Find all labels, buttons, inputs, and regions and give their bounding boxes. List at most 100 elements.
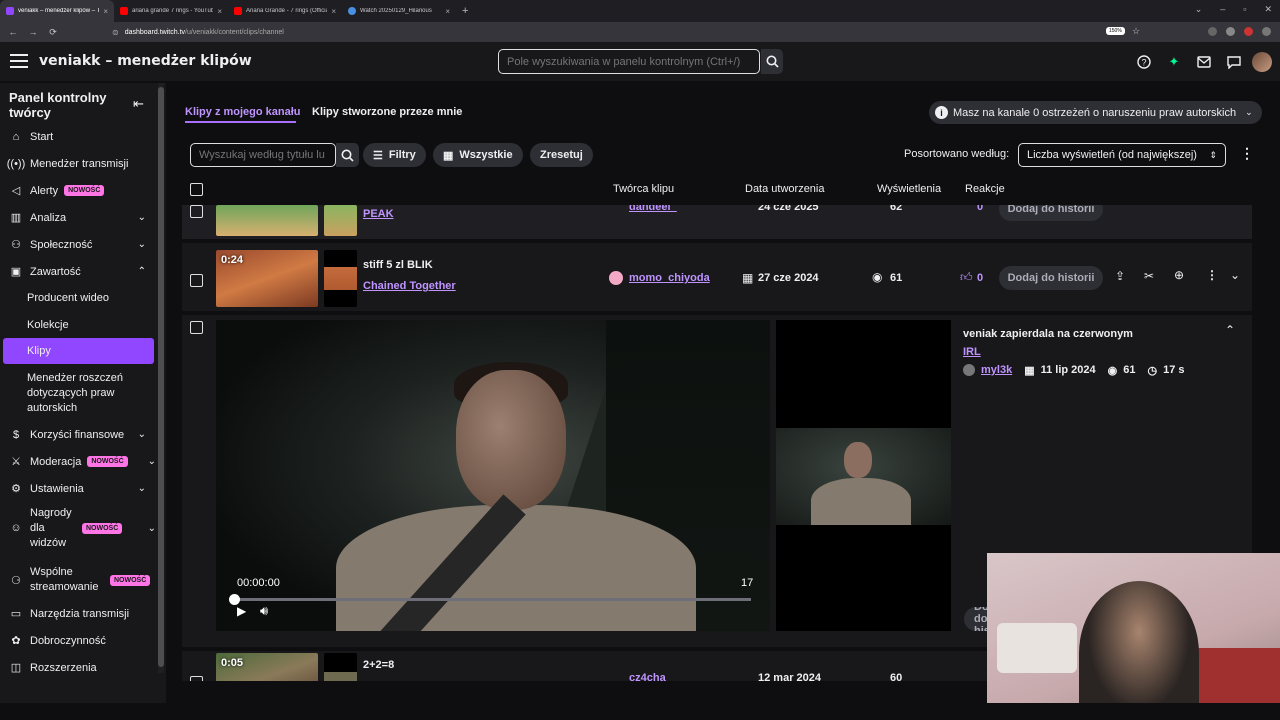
tab-search-icon[interactable]: ⌄ xyxy=(1195,4,1203,15)
sidebar-item-label: Wspólne streamowanie xyxy=(30,566,99,593)
clip-search-button[interactable] xyxy=(336,143,359,167)
close-tab-icon[interactable]: × xyxy=(103,7,108,16)
clip-search-input[interactable] xyxy=(190,143,336,167)
clip-game-link[interactable]: PEAK xyxy=(363,208,394,220)
url-field[interactable]: ⊜ dashboard.twitch.tv/u/veniakk/content/… xyxy=(112,25,1148,39)
close-tab-icon[interactable]: × xyxy=(331,7,336,16)
clip-length: 17 s xyxy=(1163,364,1185,376)
sidebar-subitem-rights-manager[interactable]: Menedżer roszczeń dotyczących praw autor… xyxy=(27,371,132,416)
sidebar-item-settings[interactable]: ⚙ Ustawienia ⌄ xyxy=(0,475,158,502)
add-to-history-button[interactable]: Dodaj do historii xyxy=(999,266,1103,290)
filters-button[interactable]: ☰ Filtry xyxy=(363,143,426,167)
table-row[interactable]: 0:24 stiff 5 zl BLIK Chained Together mo… xyxy=(182,243,1252,311)
extensions-icon: ◫ xyxy=(10,662,22,674)
clip-video-player[interactable]: 00:00:00 17 ▶ 🔊︎ xyxy=(216,320,770,631)
sidebar-subitem-video-producer[interactable]: Producent wideo xyxy=(27,291,109,306)
clip-thumbnail[interactable]: 0:24 xyxy=(216,250,318,307)
sidebar-item-content[interactable]: ▣ Zawartość ⌃ xyxy=(0,258,158,285)
sidebar-item-analytics[interactable]: ▥ Analiza ⌄ xyxy=(0,204,158,231)
more-options-icon[interactable]: ⋮ xyxy=(1240,145,1254,162)
clip-game-link[interactable]: Chained Together xyxy=(363,280,456,292)
extension-icon[interactable] xyxy=(1226,27,1235,36)
extension-icon[interactable] xyxy=(1208,27,1217,36)
charity-icon: ✿ xyxy=(11,635,21,647)
profile-icon[interactable] xyxy=(1262,27,1271,36)
help-icon[interactable]: ? xyxy=(1136,54,1152,70)
sidebar-item-label: Narzędzia transmisji xyxy=(30,607,130,620)
sidebar-item-start[interactable]: ⌂ Start xyxy=(0,123,158,150)
sidebar-subitem-clips-active[interactable] xyxy=(3,338,154,364)
bookmark-star-icon[interactable]: ☆ xyxy=(1132,26,1140,37)
chevron-down-icon[interactable]: ⌄ xyxy=(1230,268,1240,282)
whispers-icon[interactable] xyxy=(1226,54,1242,70)
sidebar-item-stream-manager[interactable]: ((•)) Menedżer transmisji xyxy=(0,150,158,177)
more-options-icon[interactable]: ⋮ xyxy=(1206,268,1218,282)
user-avatar[interactable] xyxy=(1252,52,1272,72)
sidebar-item-co-streaming[interactable]: ⚆ Wspólne streamowanie NOWOŚĆ xyxy=(0,563,158,597)
clip-category-link[interactable]: IRL xyxy=(963,346,981,358)
webcam-person xyxy=(1079,581,1199,720)
browser-tab-youtube-2[interactable]: Ariana Grande - 7 rings (Officia × xyxy=(228,0,342,22)
reset-button[interactable]: Zresetuj xyxy=(530,143,593,167)
sidebar-subitem-clips[interactable]: Klipy xyxy=(27,344,51,359)
forward-icon[interactable]: → xyxy=(26,27,40,37)
tab-my-channel-clips[interactable]: Klipy z mojego kanału xyxy=(185,106,301,118)
play-icon[interactable]: ▶ xyxy=(237,604,246,618)
sidebar-item-alerts[interactable]: ◁ Alerty NOWOŚĆ xyxy=(0,177,158,204)
sidebar-item-extensions[interactable]: ◫ Rozszerzenia xyxy=(0,654,158,681)
maximize-icon[interactable]: ▫ xyxy=(1243,4,1246,15)
minimize-icon[interactable]: – xyxy=(1220,4,1225,15)
column-creator[interactable]: Twórca klipu xyxy=(613,183,674,195)
scissors-icon[interactable]: ✂ xyxy=(1144,269,1154,283)
sidebar-item-moderation[interactable]: ⚔ Moderacja NOWOŚĆ ⌄ xyxy=(0,448,158,475)
collapse-row-icon[interactable]: ⌃ xyxy=(1225,323,1235,337)
sidebar-scrollbar-thumb[interactable] xyxy=(158,87,164,667)
clip-vertical-preview[interactable] xyxy=(776,320,951,631)
sort-select[interactable]: Liczba wyświetleń (od największej) ⇕ xyxy=(1018,143,1226,167)
volume-icon[interactable]: 🔊︎ xyxy=(260,603,268,619)
calendar-icon: ▦ xyxy=(443,149,454,162)
menu-icon[interactable] xyxy=(10,54,28,68)
all-dates-button[interactable]: ▦ Wszystkie xyxy=(433,143,523,167)
sidebar-item-monetization[interactable]: $ Korzyści finansowe ⌄ xyxy=(0,421,158,448)
dashboard-search-input[interactable] xyxy=(498,49,760,74)
close-window-icon[interactable]: ✕ xyxy=(1264,4,1272,15)
tab-clips-created-by-me[interactable]: Klipy stworzone przeze mnie xyxy=(312,106,462,118)
share-icon[interactable]: ⇪ xyxy=(1115,269,1125,283)
reload-icon[interactable]: ⟳ xyxy=(46,27,60,38)
row-checkbox[interactable] xyxy=(190,321,203,334)
thumbs-up-icon[interactable]: 👍︎ xyxy=(960,270,973,285)
browser-tab-twitch[interactable]: veniakk – menedżer klipów – Tw × xyxy=(0,0,114,22)
new-tab-button[interactable]: + xyxy=(456,0,474,22)
sidebar-subitem-collections[interactable]: Kolekcje xyxy=(27,318,69,333)
browser-tab-youtube-1[interactable]: ariana grande 7 rings - YouTube × xyxy=(114,0,228,22)
sidebar-item-community[interactable]: ⚇ Społeczność ⌄ xyxy=(0,231,158,258)
zoom-indicator[interactable]: 150% xyxy=(1106,27,1125,35)
column-reactions[interactable]: Reakcje xyxy=(965,183,1005,195)
back-icon[interactable]: ← xyxy=(6,27,20,37)
clip-thumbnail[interactable] xyxy=(216,205,318,236)
gem-icon[interactable]: ✦ xyxy=(1166,54,1182,70)
close-tab-icon[interactable]: × xyxy=(445,7,450,16)
community-icon: ⚇ xyxy=(11,239,21,251)
sidebar-item-stream-tools[interactable]: ▭ Narzędzia transmisji xyxy=(0,600,158,627)
copyright-strikes-button[interactable]: i Masz na kanale 0 ostrzeżeń o naruszeni… xyxy=(929,101,1262,124)
close-tab-icon[interactable]: × xyxy=(217,7,222,16)
download-icon[interactable]: ⊕ xyxy=(1174,268,1184,282)
extension-icon[interactable] xyxy=(1244,27,1253,36)
browser-tab-watch[interactable]: Watch 20250129_Hilarious × xyxy=(342,0,456,22)
video-progress-bar[interactable] xyxy=(234,598,751,601)
sidebar-item-charity[interactable]: ✿ Dobroczynność xyxy=(0,627,158,654)
select-all-checkbox[interactable] xyxy=(190,183,203,196)
clip-creator-link[interactable]: myl3k xyxy=(981,364,1012,376)
search-button[interactable] xyxy=(761,49,783,74)
row-checkbox[interactable] xyxy=(190,274,203,287)
sidebar-item-viewer-rewards[interactable]: ☺ Nagrody dla widzów NOWOŚĆ ⌄ xyxy=(0,503,158,553)
collapse-sidebar-icon[interactable]: ⇤ xyxy=(133,96,144,112)
inbox-icon[interactable] xyxy=(1196,54,1212,70)
row-checkbox[interactable] xyxy=(190,205,203,218)
column-views[interactable]: Wyświetlenia xyxy=(877,183,941,195)
column-date[interactable]: Data utworzenia xyxy=(745,183,825,195)
site-info-icon[interactable]: ⊜ xyxy=(112,28,119,37)
clip-creator-link[interactable]: momo_chiyoda xyxy=(629,272,710,284)
